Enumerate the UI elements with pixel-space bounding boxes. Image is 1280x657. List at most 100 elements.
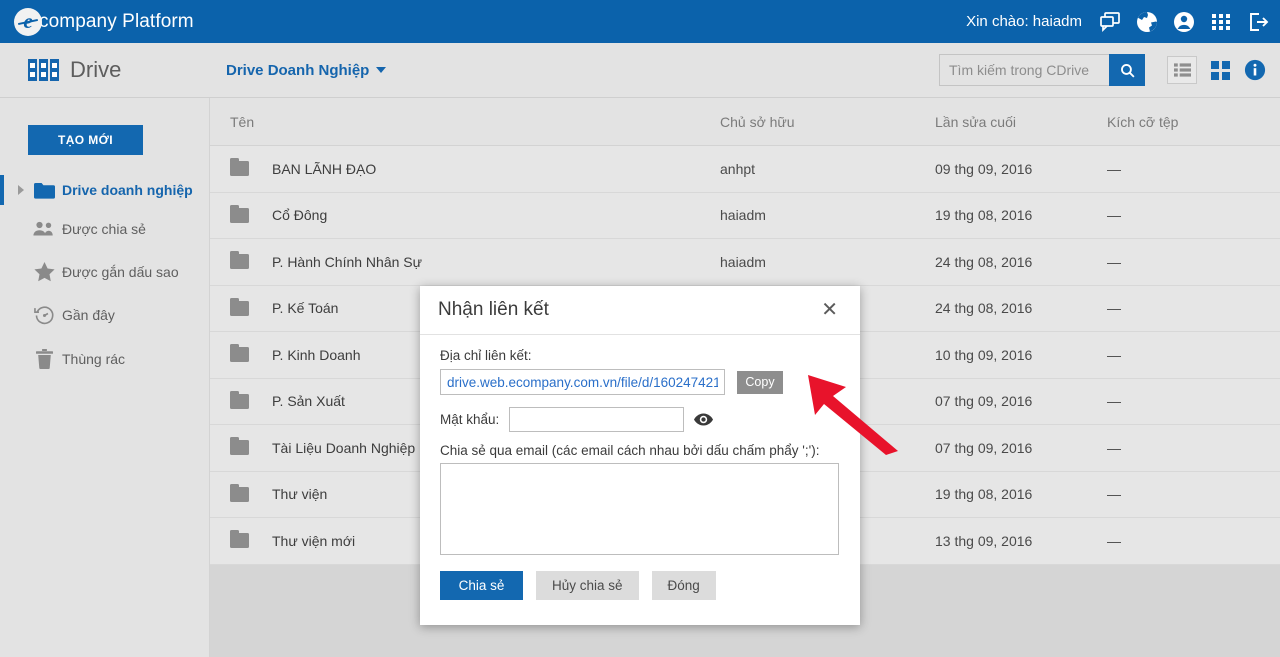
search-icon xyxy=(1120,63,1135,78)
file-size: — xyxy=(1107,486,1121,503)
search-input[interactable] xyxy=(939,54,1109,86)
sidebar: TẠO MỚI Drive doanh nghiệp Được chia sẻ … xyxy=(0,98,210,657)
file-name: P. Sản Xuất xyxy=(272,393,345,410)
sidebar-item-drive-doanh-nghiep[interactable]: Drive doanh nghiệp xyxy=(0,171,210,209)
file-owner: haiadm xyxy=(720,253,766,270)
copy-button[interactable]: Copy xyxy=(737,370,783,394)
file-modified: 19 thg 08, 2016 xyxy=(935,207,1033,224)
toolbar-right xyxy=(939,54,1266,86)
file-modified: 13 thg 09, 2016 xyxy=(935,532,1033,549)
file-modified: 10 thg 09, 2016 xyxy=(935,346,1033,363)
table-row[interactable]: BAN LÃNH ĐẠO anhpt 09 thg 09, 2016 — xyxy=(210,146,1280,193)
search-group xyxy=(939,54,1145,86)
grid-view-icon[interactable] xyxy=(1211,60,1230,80)
file-modified: 07 thg 09, 2016 xyxy=(935,439,1033,456)
chevron-right-icon[interactable] xyxy=(18,185,24,195)
file-owner: anhpt xyxy=(720,160,756,177)
folder-icon xyxy=(230,437,249,456)
column-header-owner[interactable]: Chủ sở hữu xyxy=(720,114,935,130)
file-modified: 24 thg 08, 2016 xyxy=(935,253,1033,270)
sidebar-item-label: Được gắn dấu sao xyxy=(62,264,179,280)
folder-icon xyxy=(230,251,249,270)
eye-icon[interactable] xyxy=(694,413,714,426)
column-header-name[interactable]: Tên xyxy=(210,114,720,130)
active-indicator xyxy=(0,175,4,205)
sidebar-item-gan-day[interactable]: Gần đây xyxy=(0,296,210,334)
trash-icon xyxy=(33,349,55,369)
chat-icon[interactable] xyxy=(1098,10,1122,34)
folder-icon xyxy=(230,530,249,549)
create-new-button[interactable]: TẠO MỚI xyxy=(28,125,143,155)
close-button[interactable]: Đóng xyxy=(651,571,716,600)
drive-scope-dropdown[interactable]: Drive Doanh Nghiệp xyxy=(226,61,387,79)
file-name: P. Hành Chính Nhân Sự xyxy=(272,253,422,270)
account-icon[interactable] xyxy=(1172,10,1196,34)
drive-cabinet-icon xyxy=(28,59,59,81)
file-modified: 09 thg 09, 2016 xyxy=(935,160,1033,177)
search-button[interactable] xyxy=(1109,54,1145,86)
dialog-body: Địa chỉ liên kết: Copy Mật khẩu: Chia sẻ… xyxy=(420,335,860,600)
drive-toolbar: Drive Drive Doanh Nghiệp xyxy=(0,43,1280,98)
file-size: — xyxy=(1107,346,1121,363)
link-row: Copy xyxy=(440,369,840,395)
top-app-bar: e company Platform Xin chào: haiadm xyxy=(0,0,1280,43)
folder-icon xyxy=(230,204,249,223)
clock-icon xyxy=(33,305,55,326)
table-row[interactable]: Cổ Đông haiadm 19 thg 08, 2016 — xyxy=(210,192,1280,239)
globe-icon[interactable] xyxy=(1135,10,1159,34)
file-name: Thư viện xyxy=(272,486,328,503)
chevron-down-icon xyxy=(376,67,387,73)
file-size: — xyxy=(1107,300,1121,317)
close-icon[interactable]: ✕ xyxy=(817,298,842,322)
password-row: Mật khẩu: xyxy=(440,407,840,432)
people-icon xyxy=(33,221,55,237)
password-label: Mật khẩu: xyxy=(440,412,500,427)
sidebar-item-label: Thùng rác xyxy=(62,351,126,367)
file-modified: 07 thg 09, 2016 xyxy=(935,393,1033,410)
password-input[interactable] xyxy=(509,407,685,432)
brand-name: company Platform xyxy=(39,10,194,32)
sidebar-item-label: Gần đây xyxy=(62,307,115,323)
ecompany-logo-icon: e xyxy=(14,7,42,36)
dialog-actions: Chia sẻ Hủy chia sẻ Đóng xyxy=(440,571,840,600)
email-share-label: Chia sẻ qua email (các email cách nhau b… xyxy=(440,443,820,458)
sidebar-item-label: Drive doanh nghiệp xyxy=(62,182,193,198)
file-name: BAN LÃNH ĐẠO xyxy=(272,160,377,177)
list-view-icon[interactable] xyxy=(1167,56,1197,84)
table-row[interactable]: P. Hành Chính Nhân Sự haiadm 24 thg 08, … xyxy=(210,239,1280,286)
unshare-button[interactable]: Hủy chia sẻ xyxy=(536,571,639,600)
folder-icon xyxy=(33,182,55,199)
file-name: Thư viện mới xyxy=(272,532,356,549)
column-header-modified[interactable]: Lần sửa cuối xyxy=(935,114,1107,130)
app-title: Drive xyxy=(70,57,122,82)
top-bar-actions: Xin chào: haiadm xyxy=(966,10,1270,34)
file-size: — xyxy=(1107,160,1121,177)
folder-icon xyxy=(230,483,249,502)
folder-icon xyxy=(230,344,249,363)
drive-scope-label: Drive Doanh Nghiệp xyxy=(226,61,370,79)
column-header-size[interactable]: Kích cỡ tệp xyxy=(1107,114,1257,130)
sidebar-item-duoc-gan-dau-sao[interactable]: Được gắn dấu sao xyxy=(0,253,210,291)
file-name: P. Kế Toán xyxy=(272,300,339,317)
email-share-textarea[interactable] xyxy=(440,463,839,555)
file-name: P. Kinh Doanh xyxy=(272,346,361,363)
link-input[interactable] xyxy=(440,369,725,395)
file-size: — xyxy=(1107,207,1121,224)
drive-logo-group[interactable]: Drive xyxy=(28,57,208,83)
info-icon[interactable] xyxy=(1244,59,1266,81)
sidebar-item-thung-rac[interactable]: Thùng rác xyxy=(0,340,210,378)
file-size: — xyxy=(1107,532,1121,549)
logout-icon[interactable] xyxy=(1246,10,1270,34)
file-size: — xyxy=(1107,253,1121,270)
greeting-text: Xin chào: haiadm xyxy=(966,13,1082,30)
link-label: Địa chỉ liên kết: xyxy=(440,348,532,363)
sidebar-item-label: Được chia sẻ xyxy=(62,221,146,237)
dialog-header: Nhận liên kết ✕ xyxy=(420,286,860,335)
share-button[interactable]: Chia sẻ xyxy=(440,571,523,600)
sidebar-item-duoc-chia-se[interactable]: Được chia sẻ xyxy=(0,210,210,248)
folder-icon xyxy=(230,297,249,316)
file-modified: 19 thg 08, 2016 xyxy=(935,486,1033,503)
apps-grid-icon[interactable] xyxy=(1209,10,1233,34)
file-owner: haiadm xyxy=(720,207,766,224)
folder-icon xyxy=(230,158,249,177)
